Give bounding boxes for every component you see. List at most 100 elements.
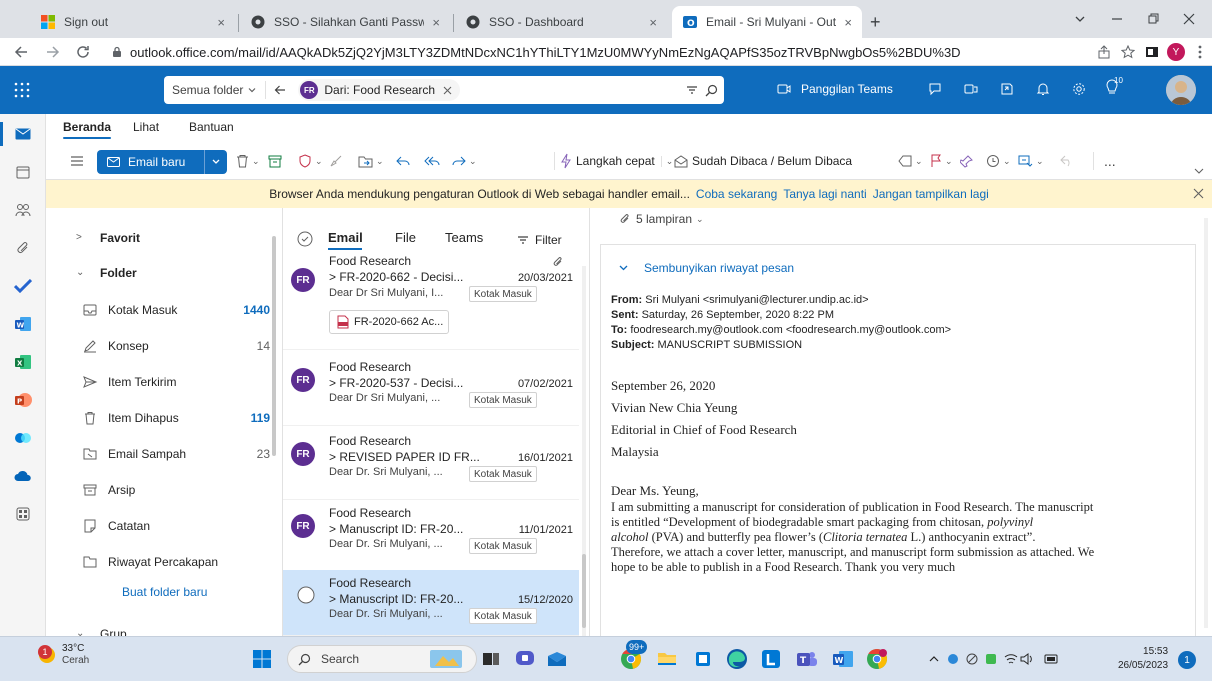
expand-ribbon-chevron-icon[interactable] <box>1194 160 1204 182</box>
search-filter-chip[interactable]: FR Dari: Food Research <box>298 79 461 101</box>
message-item[interactable]: FR Food Research > Manuscript ID: FR-20.… <box>283 500 579 572</box>
tab-search-chevron-icon[interactable] <box>1065 8 1095 30</box>
tab-email[interactable]: Email <box>328 230 363 245</box>
folder-archive[interactable]: Arsip <box>46 472 276 508</box>
try-now-link[interactable]: Coba sekarang <box>696 187 777 201</box>
chrome-icon[interactable]: 99+ <box>618 640 648 672</box>
rules-icon[interactable]: ⌄ <box>1018 150 1044 172</box>
tab-close-icon[interactable]: × <box>844 15 852 30</box>
teams-chat-icon[interactable] <box>512 646 538 672</box>
profile-avatar[interactable]: Y <box>1165 41 1187 63</box>
onedrive-icon[interactable] <box>11 464 35 488</box>
forward-icon[interactable] <box>42 41 64 63</box>
tab-close-icon[interactable]: × <box>432 15 440 30</box>
chrome-profile-icon[interactable] <box>864 646 890 672</box>
reply-all-icon[interactable] <box>424 150 440 172</box>
mail-app-icon[interactable] <box>544 646 570 672</box>
user-avatar[interactable] <box>1166 75 1196 105</box>
undo-icon[interactable] <box>1060 150 1074 172</box>
tab-close-icon[interactable]: × <box>649 15 657 30</box>
volume-battery-tray[interactable] <box>1020 646 1060 672</box>
folder-conversation-history[interactable]: Riwayat Percakapan <box>46 544 276 580</box>
quick-steps-button[interactable]: Langkah cepat ⌄ <box>560 150 673 172</box>
launcher-l-icon[interactable] <box>758 646 784 672</box>
list-scrollbar-thumb[interactable] <box>582 554 586 628</box>
tab-outlook[interactable]: O Email - Sri Mulyani - Outlook × <box>672 6 862 38</box>
reading-scrollbar[interactable] <box>1204 218 1208 628</box>
folder-sent[interactable]: Item Terkirim <box>46 364 276 400</box>
tab-sign-out[interactable]: Sign out × <box>30 6 235 38</box>
tab-sso-dashboard[interactable]: SSO - Dashboard × <box>455 6 667 38</box>
calendar-icon[interactable] <box>11 160 35 184</box>
windows-start-icon[interactable] <box>249 646 275 672</box>
reply-icon[interactable] <box>396 150 410 172</box>
share-icon[interactable] <box>1093 41 1115 63</box>
tab-teams[interactable]: Teams <box>445 230 483 245</box>
archive-icon[interactable] <box>268 150 282 172</box>
filter-lines-icon[interactable] <box>686 85 698 95</box>
new-tab-button[interactable]: + <box>864 6 894 38</box>
reload-icon[interactable] <box>72 41 94 63</box>
folder-junk[interactable]: Email Sampah 23 <box>46 436 276 472</box>
new-folder-link[interactable]: Buat folder baru <box>122 585 207 599</box>
minimize-icon[interactable] <box>1102 8 1132 30</box>
gear-icon[interactable] <box>1072 82 1086 96</box>
chrome-menu-icon[interactable] <box>1189 41 1211 63</box>
mail-icon[interactable] <box>11 122 35 146</box>
search-box[interactable]: Semua folder FR Dari: Food Research <box>164 76 724 104</box>
todo-icon[interactable] <box>11 274 35 298</box>
message-item-selected[interactable]: Food Research > Manuscript ID: FR-20... … <box>283 570 579 636</box>
excel-icon[interactable]: X <box>11 350 35 374</box>
more-options-button[interactable]: ... <box>1104 150 1116 172</box>
folder-drafts[interactable]: Konsep 14 <box>46 328 276 364</box>
system-tray[interactable] <box>928 646 1018 672</box>
filter-button[interactable]: Filter <box>517 233 562 247</box>
dont-show-link[interactable]: Jangan tampilkan lagi <box>873 187 989 201</box>
move-to-icon[interactable]: ⌄ <box>358 150 384 172</box>
app-launcher-icon[interactable] <box>14 80 34 100</box>
tips-lightbulb-icon[interactable]: 10 <box>1104 76 1123 96</box>
folder-scrollbar[interactable] <box>272 236 276 456</box>
bookmark-star-icon[interactable] <box>1117 41 1139 63</box>
search-icon[interactable] <box>705 84 718 97</box>
clock[interactable]: 15:53 26/05/2023 <box>1118 645 1168 673</box>
tab-file[interactable]: File <box>395 230 416 245</box>
message-item[interactable]: FR Food Research > FR-2020-662 - Decisi.… <box>283 254 579 350</box>
word-taskbar-icon[interactable]: W <box>830 646 856 672</box>
weather-widget[interactable]: 1 33°C Cerah <box>36 643 89 667</box>
close-window-icon[interactable] <box>1174 8 1204 30</box>
back-icon[interactable] <box>10 41 32 63</box>
forward-note-icon[interactable] <box>1000 82 1014 96</box>
widgets-picture-icon[interactable] <box>426 646 466 672</box>
hamburger-icon[interactable] <box>70 150 84 172</box>
close-icon[interactable] <box>443 86 452 95</box>
teams-call-button[interactable]: Panggilan Teams <box>777 82 893 96</box>
more-apps-icon[interactable] <box>11 502 35 526</box>
tab-home[interactable]: Beranda <box>63 120 112 139</box>
url-field[interactable]: outlook.office.com/mail/id/AAQkADk5ZjQ2Y… <box>110 41 998 63</box>
side-panel-icon[interactable] <box>1141 41 1163 63</box>
notification-count-badge[interactable]: 1 <box>1178 651 1196 669</box>
back-arrow-icon[interactable] <box>274 84 286 96</box>
powerpoint-icon[interactable]: P <box>11 388 35 412</box>
tab-view[interactable]: Lihat <box>133 120 159 134</box>
message-item[interactable]: FR Food Research > REVISED PAPER ID FR..… <box>283 428 579 500</box>
ask-later-link[interactable]: Tanya lagi nanti <box>783 187 866 201</box>
select-radio-icon[interactable] <box>297 586 315 604</box>
folder-deleted[interactable]: Item Dihapus 119 <box>46 400 276 436</box>
attachment-chip[interactable]: FR-2020-662 Ac... <box>329 310 449 334</box>
chat-icon[interactable] <box>928 82 942 96</box>
tab-help[interactable]: Bantuan <box>189 120 234 134</box>
folder-notes[interactable]: Catatan <box>46 508 276 544</box>
teams-icon[interactable] <box>964 82 978 96</box>
restore-icon[interactable] <box>1138 8 1168 30</box>
bell-icon[interactable] <box>1036 82 1050 96</box>
message-item[interactable]: FR Food Research > FR-2020-537 - Decisi.… <box>283 354 579 426</box>
close-icon[interactable] <box>1193 188 1204 199</box>
edge-icon[interactable] <box>724 646 750 672</box>
file-explorer-icon[interactable] <box>654 646 680 672</box>
new-mail-button[interactable]: Email baru <box>97 150 227 174</box>
word-icon[interactable]: W <box>11 312 35 336</box>
pin-icon[interactable] <box>960 150 973 172</box>
read-unread-button[interactable]: Sudah Dibaca / Belum Dibaca <box>674 150 852 172</box>
